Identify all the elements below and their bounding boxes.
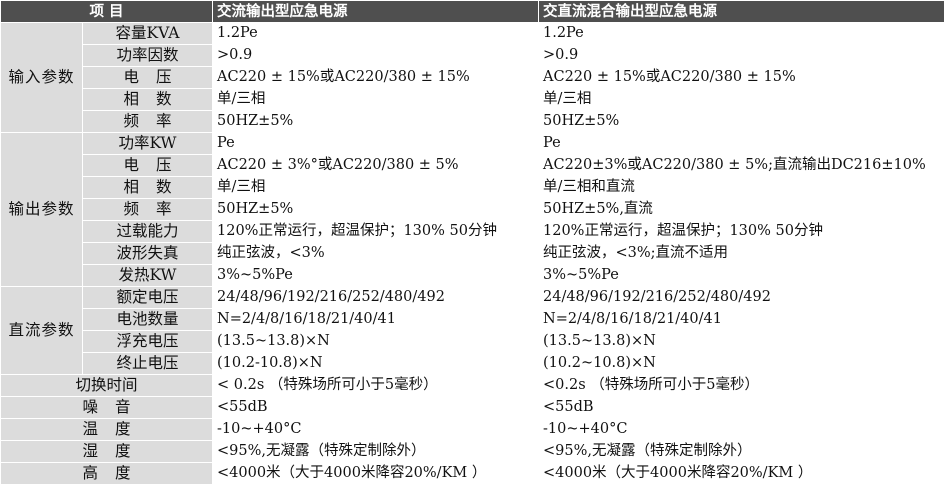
header-acdc-output: 交直流混合输出型应急电源 xyxy=(538,0,944,23)
param-label: 相 数 xyxy=(82,176,213,199)
value-ac: <4000米（大于4000米降容20%/KM ） xyxy=(212,462,539,485)
table-row: 输出参数 功率KW Pe Pe xyxy=(0,132,944,287)
value-ac: 单/三相 xyxy=(212,176,539,199)
table-row: 温 度 -10~+40°C -10~+40°C xyxy=(0,418,944,441)
value-acdc: <0.2s （特殊场所可小于5毫秒） xyxy=(538,374,944,397)
table-row: 发热KW 3%~5%Pe 3%~5%Pe xyxy=(1,264,944,287)
value-acdc: 50HZ±5%,直流 xyxy=(538,198,944,221)
param-label: 湿 度 xyxy=(0,440,213,463)
value-ac: 24/48/96/192/216/252/480/492 xyxy=(212,286,539,309)
param-label: 发热KW xyxy=(82,264,213,287)
value-ac: <95%,无凝露（特殊定制除外） xyxy=(212,440,539,463)
value-ac: 1.2Pe xyxy=(212,22,539,45)
value-acdc: 120%正常运行，超温保护；130% 50分钟 xyxy=(538,220,944,243)
param-label: 频 率 xyxy=(82,110,213,133)
spec-table: 项 目 交流输出型应急电源 交直流混合输出型应急电源 输入参数 容量KVA 1.… xyxy=(0,0,944,485)
param-label: 高 度 xyxy=(0,462,213,485)
value-ac: AC220 ± 3%°或AC220/380 ± 5% xyxy=(212,154,539,177)
value-acdc: Pe xyxy=(538,132,944,155)
table-row: 浮充电压 (13.5~13.8)×N (13.5~13.8)×N xyxy=(1,330,944,353)
group-output-label: 输出参数 xyxy=(0,132,83,287)
value-ac: 单/三相 xyxy=(212,88,539,111)
value-ac: <55dB xyxy=(212,396,539,419)
value-ac: 纯正弦波，<3% xyxy=(212,242,539,265)
value-acdc: AC220±3%或AC220/380 ± 5%;直流输出DC216±10% xyxy=(538,154,944,177)
table-row: 电 压 AC220 ± 3%°或AC220/380 ± 5% AC220±3%或… xyxy=(1,154,944,177)
value-ac: 50HZ±5% xyxy=(212,110,539,133)
value-acdc: 1.2Pe xyxy=(538,22,944,45)
value-acdc: 3%~5%Pe xyxy=(538,264,944,287)
value-ac: < 0.2s （特殊场所可小于5毫秒） xyxy=(212,374,539,397)
table-row: 高 度 <4000米（大于4000米降容20%/KM ） <4000米（大于40… xyxy=(0,462,944,485)
table-row: 电池数量 N=2/4/8/16/18/21/40/41 N=2/4/8/16/1… xyxy=(1,308,944,331)
value-ac: (10.2-10.8)×N xyxy=(212,352,539,375)
table-row: 终止电压 (10.2-10.8)×N (10.2~10.8)×N xyxy=(1,352,944,375)
param-label: 切换时间 xyxy=(0,374,213,397)
value-ac: >0.9 xyxy=(212,44,539,67)
table-row: 电 压 AC220 ± 15%或AC220/380 ± 15% AC220 ± … xyxy=(1,66,944,89)
param-label: 功率因数 xyxy=(82,44,213,67)
group-input-label: 输入参数 xyxy=(0,22,83,133)
value-acdc: 50HZ±5% xyxy=(538,110,944,133)
table-row: 波形失真 纯正弦波，<3% 纯正弦波，<3%;直流不适用 xyxy=(1,242,944,265)
table-row: 过载能力 120%正常运行，超温保护；130% 50分钟 120%正常运行，超温… xyxy=(1,220,944,243)
table-row: 直流参数 额定电压 24/48/96/192/216/252/480/492 2… xyxy=(0,286,944,375)
value-acdc: 单/三相 xyxy=(538,88,944,111)
param-label: 终止电压 xyxy=(82,352,213,375)
value-acdc: <95%,无凝露（特殊定制除外） xyxy=(538,440,944,463)
header-ac-output: 交流输出型应急电源 xyxy=(212,0,539,23)
value-acdc: <4000米（大于4000米降容20%/KM ） xyxy=(538,462,944,485)
value-ac: 50HZ±5% xyxy=(212,198,539,221)
value-acdc: AC220 ± 15%或AC220/380 ± 15% xyxy=(538,66,944,89)
value-acdc: >0.9 xyxy=(538,44,944,67)
table-row: 噪 音 <55dB <55dB xyxy=(0,396,944,419)
param-label: 频 率 xyxy=(82,198,213,221)
table-row: 输入参数 容量KVA 1.2Pe 1.2Pe xyxy=(0,22,944,133)
value-ac: N=2/4/8/16/18/21/40/41 xyxy=(212,308,539,331)
table-row: 湿 度 <95%,无凝露（特殊定制除外） <95%,无凝露（特殊定制除外） xyxy=(0,440,944,463)
param-label: 电 压 xyxy=(82,154,213,177)
param-label: 电 压 xyxy=(82,66,213,89)
table-row: 频 率 50HZ±5% 50HZ±5%,直流 xyxy=(1,198,944,221)
value-ac: 120%正常运行，超温保护；130% 50分钟 xyxy=(212,220,539,243)
table-row: 切换时间 < 0.2s （特殊场所可小于5毫秒） <0.2s （特殊场所可小于5… xyxy=(0,374,944,397)
param-label: 额定电压 xyxy=(82,286,213,309)
param-label: 噪 音 xyxy=(0,396,213,419)
table-row: 功率因数 >0.9 >0.9 xyxy=(1,44,944,67)
value-acdc: 24/48/96/192/216/252/480/492 xyxy=(538,286,944,309)
value-acdc: (13.5~13.8)×N xyxy=(538,330,944,353)
value-ac: -10~+40°C xyxy=(212,418,539,441)
table-row: 相 数 单/三相 单/三相和直流 xyxy=(1,176,944,199)
value-acdc: (10.2~10.8)×N xyxy=(538,352,944,375)
param-label: 相 数 xyxy=(82,88,213,111)
table-row: 相 数 单/三相 单/三相 xyxy=(1,88,944,111)
value-ac: 3%~5%Pe xyxy=(212,264,539,287)
param-label: 过载能力 xyxy=(82,220,213,243)
param-label: 温 度 xyxy=(0,418,213,441)
value-ac: Pe xyxy=(212,132,539,155)
value-ac: (13.5~13.8)×N xyxy=(212,330,539,353)
value-acdc: N=2/4/8/16/18/21/40/41 xyxy=(538,308,944,331)
value-ac: AC220 ± 15%或AC220/380 ± 15% xyxy=(212,66,539,89)
header-item: 项 目 xyxy=(0,0,213,23)
value-acdc: 纯正弦波，<3%;直流不适用 xyxy=(538,242,944,265)
value-acdc: -10~+40°C xyxy=(538,418,944,441)
group-dc-label: 直流参数 xyxy=(0,286,83,375)
table-row: 频 率 50HZ±5% 50HZ±5% xyxy=(1,110,944,133)
param-label: 电池数量 xyxy=(82,308,213,331)
header-row: 项 目 交流输出型应急电源 交直流混合输出型应急电源 xyxy=(0,0,944,23)
param-label: 波形失真 xyxy=(82,242,213,265)
value-acdc: 单/三相和直流 xyxy=(538,176,944,199)
param-label: 浮充电压 xyxy=(82,330,213,353)
value-acdc: <55dB xyxy=(538,396,944,419)
param-label: 功率KW xyxy=(82,132,213,155)
param-label: 容量KVA xyxy=(82,22,213,45)
